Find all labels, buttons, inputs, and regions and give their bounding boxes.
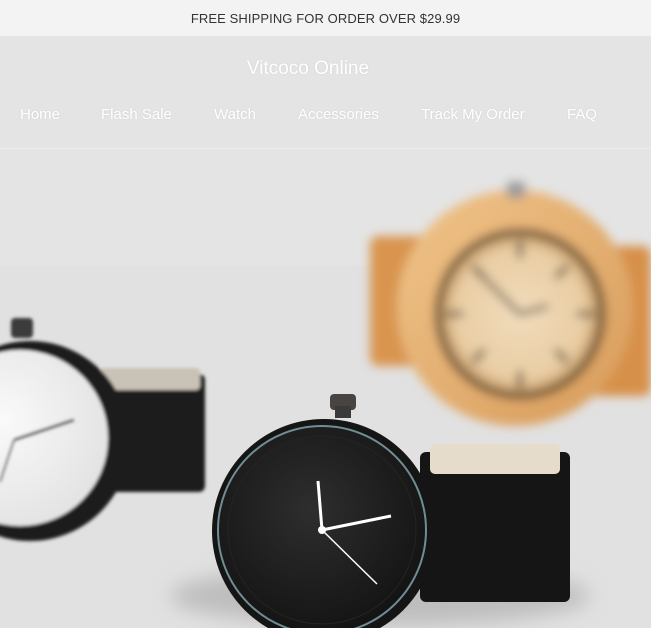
nav-accessories[interactable]: Accessories [298,106,379,123]
nav-track-my-order[interactable]: Track My Order [421,106,525,123]
main-nav: Home Flash Sale Watch Accessories Track … [0,106,651,130]
nav-watch[interactable]: Watch [214,106,256,123]
announcement-bar: FREE SHIPPING FOR ORDER OVER $29.99 [0,0,651,36]
site-header: Vitcoco Online Home Flash Sale Watch Acc… [0,36,651,149]
nav-home[interactable]: Home [20,106,60,123]
nav-faq[interactable]: FAQ [567,106,597,123]
nav-flash-sale[interactable]: Flash Sale [101,106,172,123]
announcement-text: FREE SHIPPING FOR ORDER OVER $29.99 [190,10,461,26]
site-logo[interactable]: Vitcoco Online [0,58,616,80]
